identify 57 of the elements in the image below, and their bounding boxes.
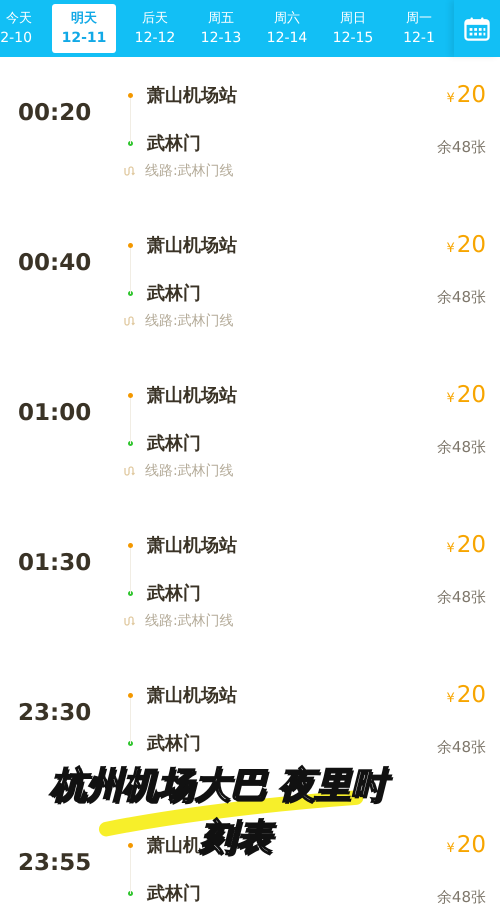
origin-dot-icon [128, 842, 133, 848]
destination-station: 武林门 [147, 132, 201, 155]
departure-time: 01:30 [17, 550, 92, 576]
route-icon [124, 165, 136, 177]
destination-dot-icon [128, 290, 133, 296]
date-tab[interactable]: 周五 12-13 [188, 4, 254, 53]
destination-dot-icon [128, 740, 133, 746]
destination-station: 武林门 [147, 282, 201, 305]
origin-station: 萧山机场站 [147, 84, 237, 107]
destination-dot-icon [128, 140, 133, 146]
departure-time: 00:20 [17, 100, 92, 126]
remaining-tickets: 余48张 [436, 437, 486, 458]
calendar-icon[interactable] [464, 16, 490, 40]
remaining-tickets: 余48张 [436, 587, 486, 608]
date-tab[interactable]: 周日 12-15 [320, 4, 386, 53]
date-tab[interactable]: 周六 12-14 [254, 4, 320, 53]
ticket-price: ¥20 [446, 382, 486, 410]
origin-station: 萧山机场站 [147, 684, 237, 707]
route-icon [124, 615, 136, 627]
route-name: 线路:武林门线 [145, 462, 234, 480]
origin-station: 萧山机场站 [147, 234, 237, 257]
ticket-price: ¥20 [446, 232, 486, 260]
route-name: 线路:武林门线 [145, 162, 234, 180]
remaining-tickets: 余48张 [436, 887, 486, 908]
ticket-price: ¥20 [446, 832, 486, 860]
destination-dot-icon [128, 590, 133, 596]
departure-time: 23:55 [17, 850, 92, 876]
remaining-tickets: 余48张 [436, 287, 486, 308]
destination-station: 武林门 [147, 432, 201, 455]
remaining-tickets: 余48张 [436, 737, 486, 758]
route-icon [124, 465, 136, 477]
date-tab[interactable]: 明天 12-11 [52, 4, 116, 53]
ticket-price: ¥20 [446, 82, 486, 110]
destination-station: 武林门 [147, 732, 201, 755]
date-tab[interactable]: 周一 12-1 [386, 4, 452, 53]
remaining-tickets: 余48张 [436, 137, 486, 158]
destination-station: 武林门 [147, 582, 201, 605]
departure-time: 23:30 [17, 700, 92, 726]
origin-dot-icon [128, 92, 133, 98]
route-name: 线路:武林门线 [145, 612, 234, 630]
route-name: 线路:武林门线 [145, 312, 234, 330]
origin-dot-icon [128, 242, 133, 248]
origin-station: 萧山机场站 [147, 534, 237, 557]
ticket-price: ¥20 [446, 532, 486, 560]
origin-station: 萧山机场站 [147, 384, 237, 407]
departure-time: 00:40 [17, 250, 92, 276]
route-icon [124, 315, 136, 327]
origin-dot-icon [128, 692, 133, 698]
destination-station: 武林门 [147, 882, 201, 905]
departure-time: 01:00 [17, 400, 92, 426]
destination-dot-icon [128, 440, 133, 446]
destination-dot-icon [128, 890, 133, 896]
ticket-price: ¥20 [446, 682, 486, 710]
origin-dot-icon [128, 392, 133, 398]
origin-dot-icon [128, 542, 133, 548]
date-tab[interactable]: 今天 2-10 [0, 4, 36, 53]
date-tab[interactable]: 后天 12-12 [122, 4, 188, 53]
